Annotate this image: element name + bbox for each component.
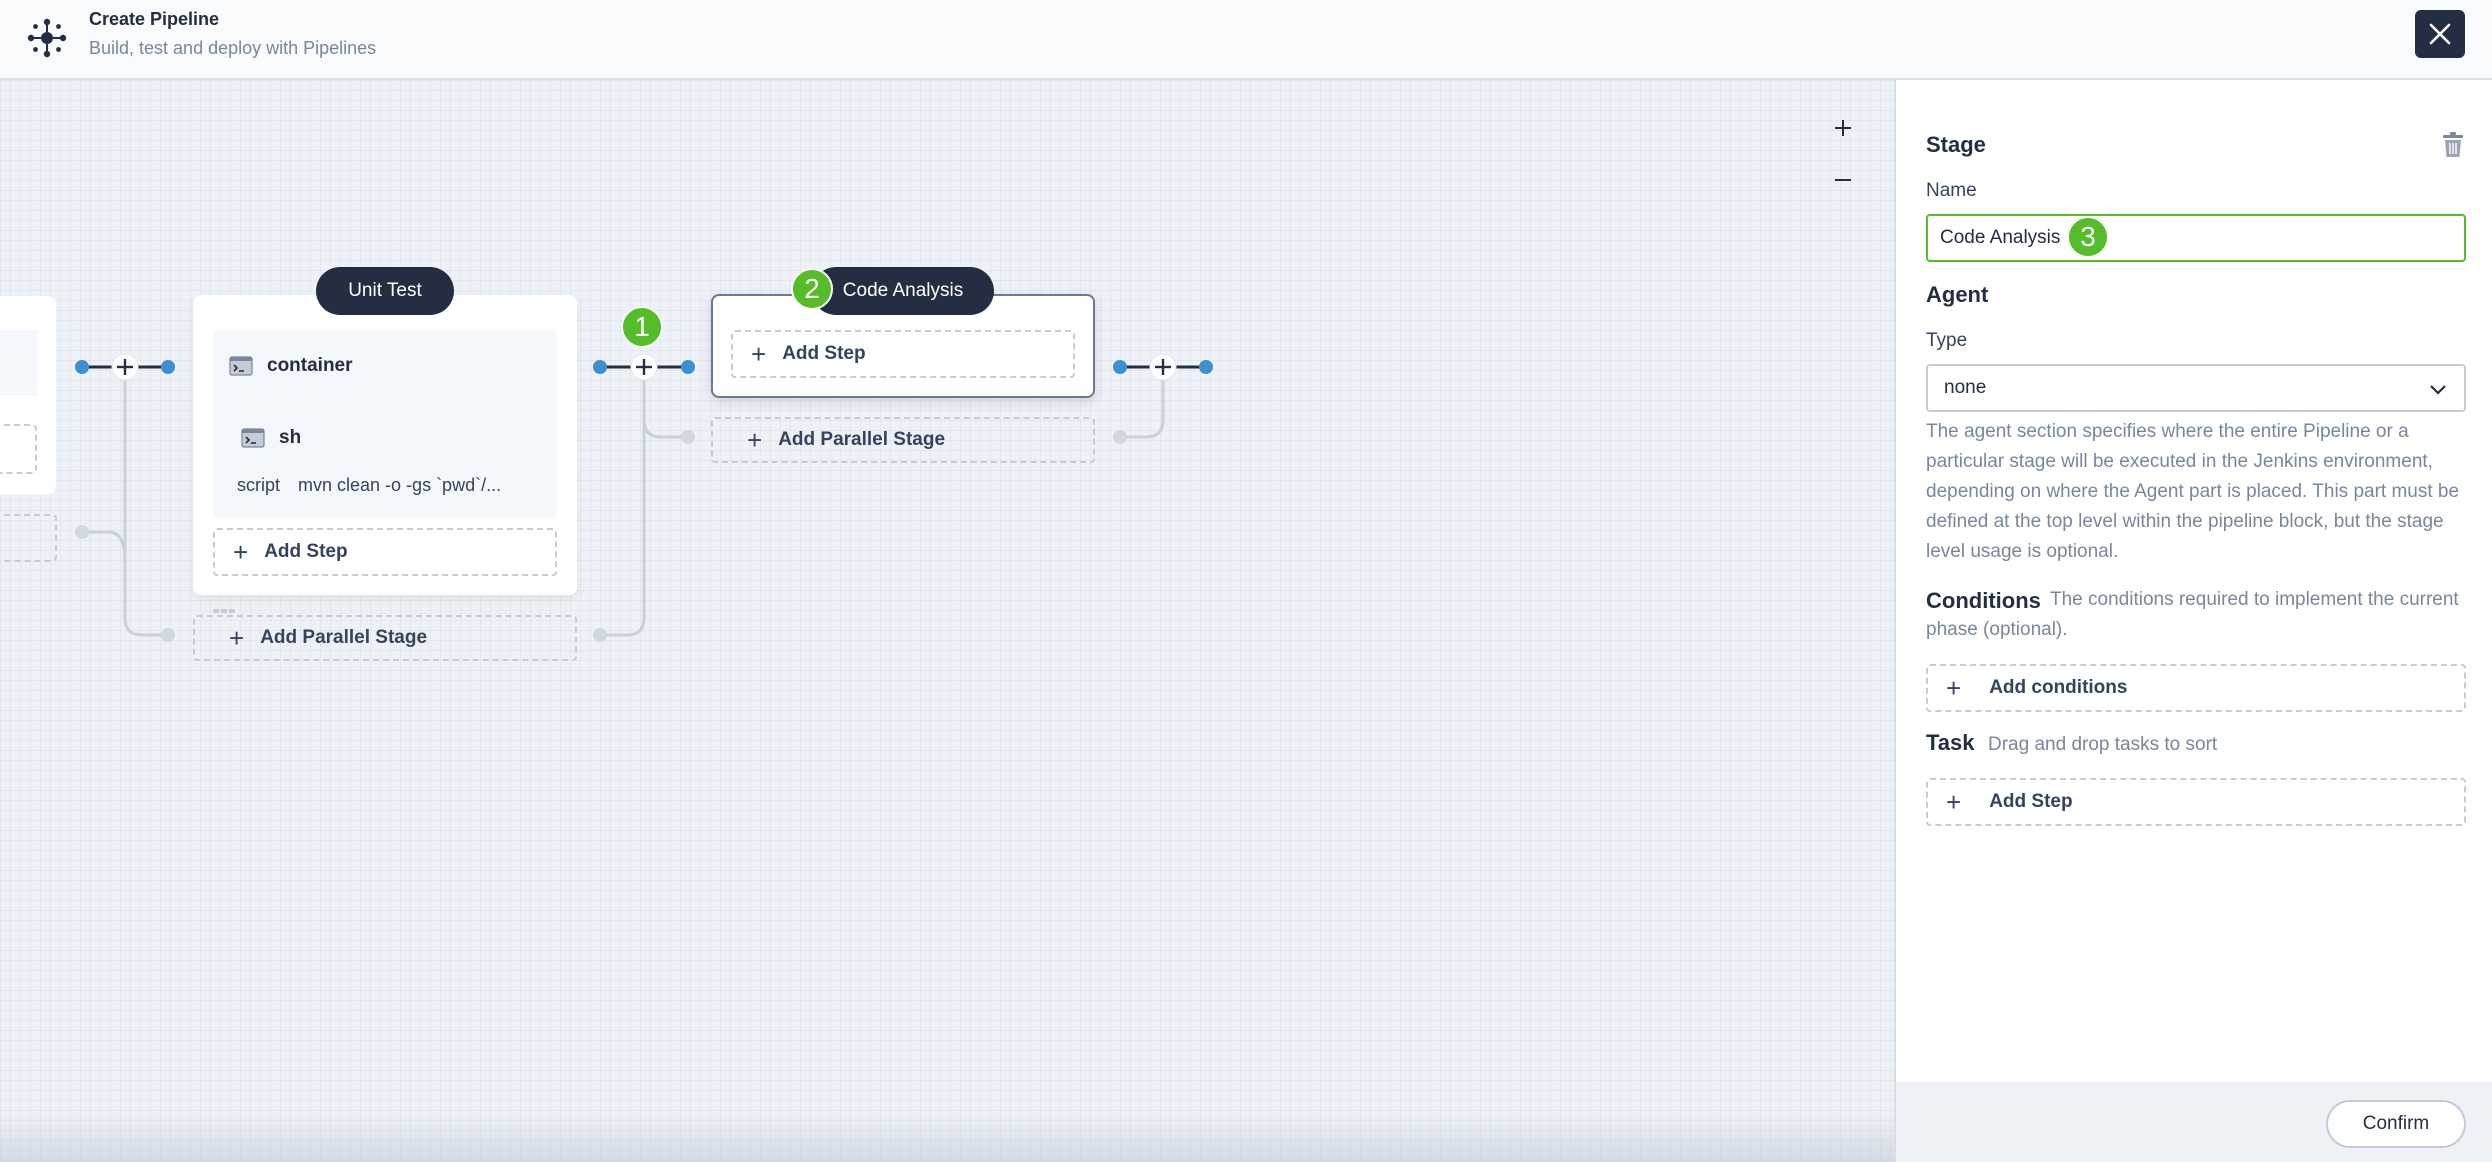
chevron-down-icon — [2430, 385, 2446, 395]
canvas-bottom-shade — [0, 1112, 1894, 1162]
minus-icon — [1835, 179, 1851, 181]
confirm-button[interactable]: Confirm — [2326, 1100, 2466, 1148]
header: Create Pipeline Build, test and deploy w… — [0, 0, 2492, 80]
script-value: mvn clean -o -gs `pwd`/... — [298, 475, 502, 495]
plus-icon: + — [1946, 787, 1962, 817]
stage-name-code-analysis[interactable]: Code Analysis — [812, 267, 994, 315]
plus-icon: + — [1946, 673, 1962, 703]
terminal-icon — [229, 356, 253, 376]
add-step-button[interactable] — [213, 609, 235, 613]
plus-icon: + — [751, 339, 767, 369]
annotation-badge-3: 3 — [2067, 216, 2109, 258]
stage-settings-panel: Stage Name 3 Agent Type none The agent s… — [1894, 80, 2492, 1162]
step-sh-row: sh — [241, 427, 301, 449]
step-name: sh — [279, 427, 302, 448]
close-button[interactable] — [2415, 10, 2465, 58]
type-label: Type — [1926, 330, 1968, 351]
agent-type-select[interactable]: none — [1926, 364, 2466, 412]
stage-heading: Stage — [1926, 132, 1986, 157]
add-step-label: Add Step — [782, 343, 866, 364]
terminal-icon — [241, 428, 265, 448]
plus-icon: + — [747, 425, 763, 455]
add-conditions-label: Add conditions — [1989, 677, 2128, 698]
connector-group-0 — [75, 353, 175, 642]
add-parallel-stage-button[interactable]: + Add Parallel Stage — [193, 615, 577, 661]
script-key: script — [237, 475, 281, 495]
pipeline-graph-icon — [27, 18, 67, 58]
panel-footer: Confirm — [1896, 1082, 2492, 1162]
add-parallel-stage-button[interactable]: + Add Parallel Stage — [711, 417, 1095, 463]
name-label: Name — [1926, 180, 1977, 201]
add-parallel-stage-label: Add Parallel Stage — [260, 627, 428, 648]
task-hint: Drag and drop tasks to sort — [1988, 734, 2218, 755]
agent-type-value: none — [1944, 377, 1987, 398]
annotation-badge-2: 2 — [791, 268, 833, 310]
add-parallel-stage-label: Add Parallel Stage — [778, 429, 946, 450]
step-container-row: container — [229, 355, 353, 377]
connector-group-2 — [1113, 353, 1213, 444]
step-name: container — [267, 355, 353, 376]
task-heading: Task — [1926, 730, 1975, 755]
previous-stage-step — [0, 330, 38, 396]
agent-description: The agent section specifies where the en… — [1926, 421, 2460, 562]
connector-group-1 — [593, 353, 695, 642]
step-container[interactable]: container sh script mvn clean -o -gs `pwd… — [213, 331, 557, 517]
stage-name-unit-test[interactable]: Unit Test — [316, 267, 454, 315]
plus-icon — [1835, 120, 1851, 136]
close-icon — [2429, 23, 2451, 45]
conditions-hint: The conditions required to implement the… — [1926, 589, 2459, 640]
step-script: script mvn clean -o -gs `pwd`/... — [237, 475, 501, 496]
agent-heading: Agent — [1926, 282, 1989, 307]
page-subtitle: Build, test and deploy with Pipelines — [89, 38, 377, 58]
page-title: Create Pipeline — [89, 9, 220, 29]
trash-icon[interactable] — [2442, 132, 2464, 158]
plus-icon: + — [233, 537, 249, 567]
annotation-badge-1: 1 — [621, 306, 663, 348]
zoom-out-button[interactable] — [1823, 160, 1863, 200]
add-conditions-button[interactable]: + Add conditions — [1926, 664, 2466, 712]
add-step-label: Add Step — [1989, 791, 2073, 812]
add-step-button[interactable]: + Add Step — [213, 528, 557, 576]
plus-icon: + — [229, 623, 245, 653]
add-step-button[interactable]: + Add Step — [1926, 778, 2466, 826]
add-step-button[interactable]: + Add Step — [731, 330, 1075, 378]
previous-stage-add-parallel — [0, 514, 57, 562]
pipeline-canvas[interactable]: container sh script mvn clean -o -gs `pwd… — [0, 80, 1894, 1162]
stage-name-input[interactable] — [1926, 214, 2466, 262]
add-step-label: Add Step — [264, 541, 348, 562]
zoom-in-button[interactable] — [1823, 108, 1863, 148]
